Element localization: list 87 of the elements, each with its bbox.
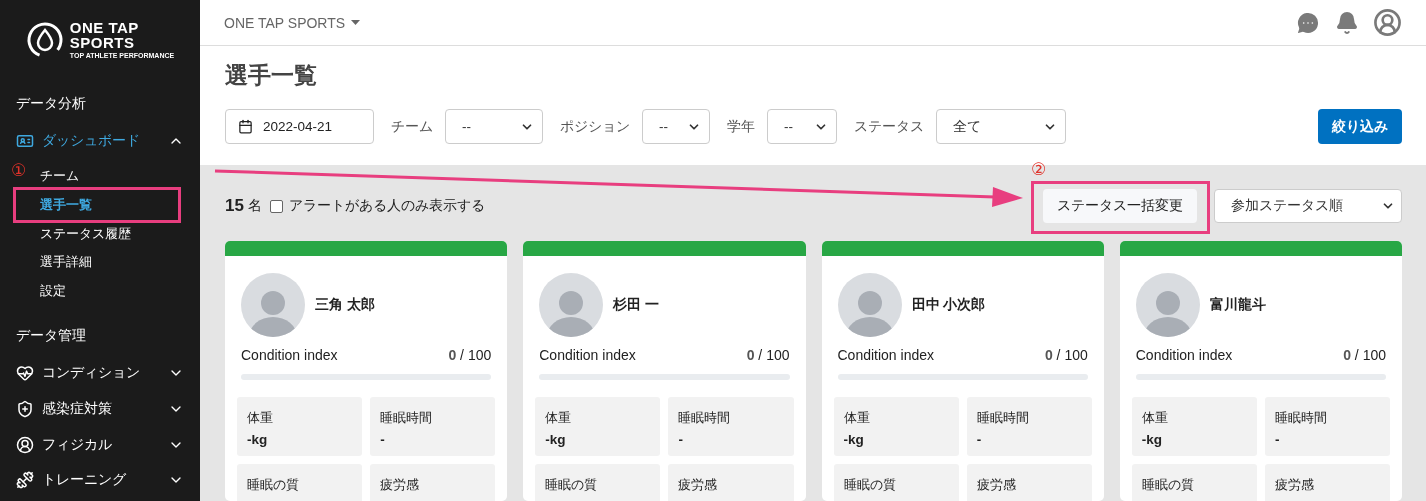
sidebar-subitem[interactable]: 選手詳細 (0, 248, 200, 277)
logo-text: ONE TAP (69, 20, 140, 35)
player-count: 15 (225, 196, 244, 216)
logo-text: SPORTS (69, 35, 136, 50)
dumbbell-icon (16, 471, 34, 490)
metric-label: 体重 (247, 409, 274, 427)
alert-checkbox[interactable] (269, 199, 283, 213)
metric-label: 疲労感 (380, 476, 421, 494)
notification-icon[interactable] (1335, 10, 1359, 35)
player-name: 杉田 一 (613, 296, 659, 314)
user-circle-icon (16, 435, 34, 454)
date-field[interactable]: 2022-04-21 (225, 109, 374, 144)
metric-value: -kg (545, 432, 567, 447)
checkbox-label: アラートがある人のみ表示する (288, 197, 485, 215)
metric-value: -kg (843, 432, 865, 447)
sort-select[interactable]: 参加ステータス順 (1214, 189, 1402, 223)
count-unit: 名 (247, 197, 262, 215)
filter-label: ポジション (560, 117, 630, 136)
metric-label: 睡眠時間 (976, 409, 1030, 427)
sidebar-menu-item[interactable]: フィジカル (0, 429, 200, 460)
metric-value: - (380, 432, 386, 447)
metric-label: 疲労感 (678, 476, 719, 494)
sidebar-subitem[interactable]: ステータス履歴 (0, 219, 200, 248)
metric-value: - (678, 432, 684, 447)
player-card[interactable]: 田中 小次郎 Condition index 0 / 100 体重 -kg 睡眠時間 - 睡眠の質 疲労感 (821, 241, 1104, 501)
sidebar-menu-label: ダッシュボード (42, 132, 141, 151)
filter-label: ステータス (854, 117, 924, 136)
player-card[interactable]: 杉田 一 Condition index 0 / 100 体重 -kg 睡眠時間 - 睡眠の質 疲労感 (523, 241, 806, 501)
sidebar-menu-item[interactable]: 感染症対策 (0, 394, 200, 424)
shield-icon (16, 400, 34, 418)
sidebar-heading: データ分析 (15, 93, 87, 113)
metric-label: 睡眠の質 (1141, 476, 1195, 494)
sidebar-heading: データ管理 (15, 325, 87, 345)
filter-select[interactable]: -- (767, 109, 837, 144)
bulk-status-button[interactable]: ステータス一括変更 (1043, 189, 1197, 223)
metric-label: 体重 (1141, 409, 1169, 427)
sidebar-menu-label: コンディション (42, 364, 141, 383)
condition-label: Condition index (241, 347, 338, 363)
metric-label: 睡眠時間 (380, 409, 434, 427)
sidebar-subitem[interactable]: ① チーム (0, 162, 200, 191)
condition-score: 0 / 100 (1044, 347, 1088, 363)
logo-icon (25, 20, 64, 59)
condition-score: 0 / 100 (1343, 347, 1386, 363)
metric-label: 睡眠の質 (843, 476, 897, 494)
annotation-marker: ① (11, 162, 27, 180)
sidebar-menu-item[interactable]: トレーニング (0, 465, 200, 495)
metric-value: -kg (1141, 432, 1163, 447)
filter-select[interactable]: -- (445, 109, 543, 144)
filter-select[interactable]: 全て (936, 109, 1066, 144)
sidebar-menu-item[interactable]: コンディション (0, 358, 200, 389)
player-name: 田中 小次郎 (911, 296, 986, 314)
heart-pulse-icon (16, 364, 34, 383)
metric-value: - (976, 432, 983, 447)
metric-label: 睡眠時間 (678, 409, 732, 427)
metric-label: 睡眠時間 (1274, 409, 1328, 427)
metric-label: 疲労感 (1274, 476, 1315, 494)
filter-label: 学年 (727, 117, 755, 136)
condition-label: Condition index (1135, 347, 1233, 363)
sidebar-subitem[interactable]: 設定 (0, 276, 200, 306)
metric-label: 睡眠の質 (545, 476, 599, 494)
annotation-marker: ② (1031, 161, 1047, 178)
sidebar-menu-label: 感染症対策 (42, 400, 113, 418)
sidebar-menu-label: フィジカル (42, 435, 113, 454)
condition-score: 0 / 100 (746, 347, 790, 363)
sidebar-subitem[interactable]: 選手一覧 (0, 190, 200, 220)
page-title: 選手一覧 (225, 61, 318, 90)
condition-label: Condition index (539, 347, 636, 363)
user-avatar-icon[interactable] (1373, 8, 1402, 37)
calendar-icon (238, 119, 253, 134)
caret-icon (351, 20, 361, 25)
filter-select[interactable]: -- (642, 109, 710, 144)
metric-label: 睡眠の質 (247, 476, 300, 494)
metric-label: 体重 (843, 409, 871, 427)
metric-label: 体重 (545, 409, 573, 427)
metric-value: -kg (247, 432, 269, 447)
player-name: 富川龍斗 (1209, 296, 1266, 314)
player-name: 三角 太郎 (315, 296, 375, 314)
metric-value: - (1274, 432, 1281, 447)
filter-button[interactable]: 絞り込み (1318, 109, 1402, 144)
condition-label: Condition index (837, 347, 934, 363)
condition-score: 0 / 100 (448, 347, 492, 363)
player-card[interactable]: 富川龍斗 Condition index 0 / 100 体重 -kg 睡眠時間 - 睡眠の質 疲労感 (1119, 241, 1402, 501)
metric-label: 疲労感 (976, 476, 1017, 494)
sidebar-menu-label: トレーニング (42, 471, 127, 490)
filter-label: チーム (391, 117, 433, 136)
sidebar-menu-item[interactable]: ダッシュボード (0, 126, 200, 157)
player-card[interactable]: 三角 太郎 Condition index 0 / 100 体重 -kg 睡眠時間 - 睡眠の質 疲労感 (225, 241, 508, 501)
